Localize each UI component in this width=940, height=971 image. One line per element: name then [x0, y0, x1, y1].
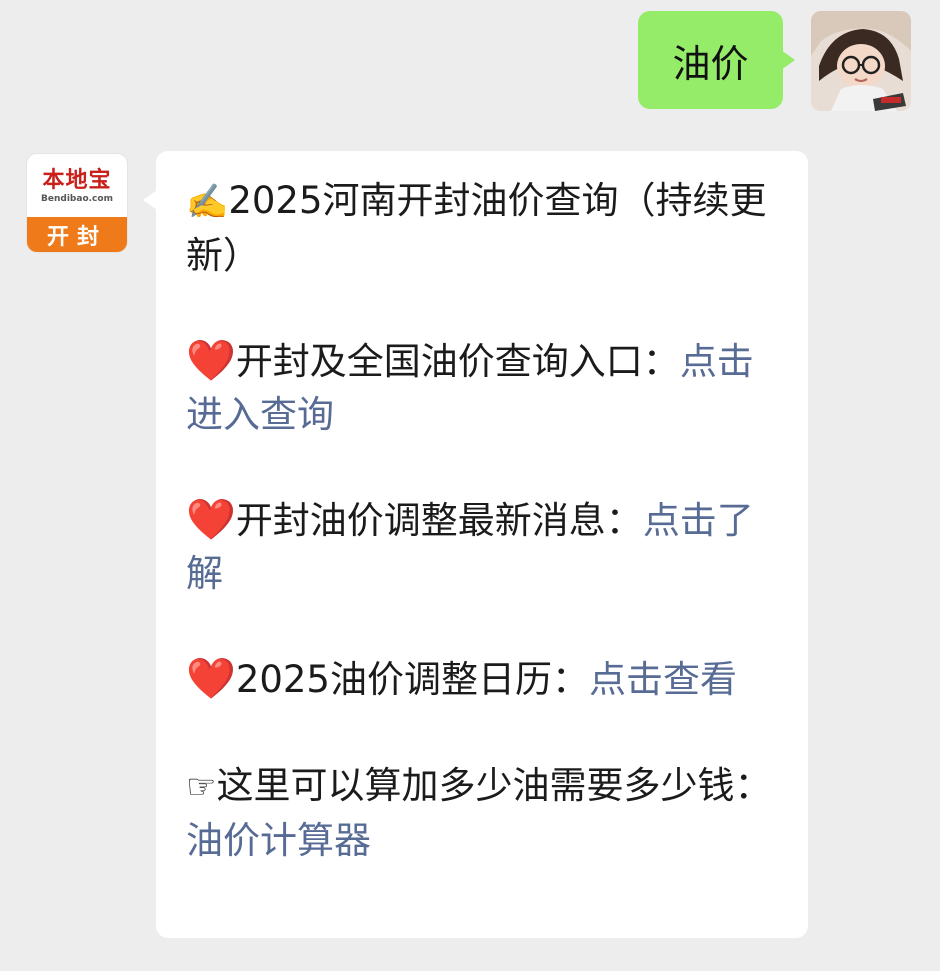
- message-footer: ☞这里可以算加多少油需要多少钱： 油价计算器: [186, 759, 780, 867]
- brand-name: 本地宝: [42, 166, 112, 193]
- avatar-city-label: 开封: [27, 217, 127, 252]
- user-avatar-image: [811, 11, 911, 111]
- sent-bubble-tail: [781, 50, 795, 70]
- pointing-hand-icon: ☞: [186, 767, 217, 807]
- bendibao-avatar[interactable]: 本地宝 Bendibao.com 开封: [27, 154, 127, 252]
- message-item-calendar: ❤️2025油价调整日历：点击查看: [186, 653, 780, 706]
- received-bubble-tail: [143, 190, 157, 210]
- message-item-latest-news: ❤️开封油价调整最新消息：点击了解: [186, 494, 780, 600]
- heart-icon: ❤️: [186, 656, 236, 702]
- message-item-query-entry: ❤️开封及全国油价查询入口：点击进入查询: [186, 335, 780, 441]
- item-label: 2025油价调整日历：: [235, 658, 589, 701]
- message-title-text: 2025河南开封油价查询（持续更新）: [186, 179, 767, 277]
- user-avatar[interactable]: [811, 11, 911, 111]
- calculator-link[interactable]: 油价计算器: [186, 819, 371, 862]
- received-message-bubble[interactable]: ✍️2025河南开封油价查询（持续更新） ❤️开封及全国油价查询入口：点击进入查…: [156, 151, 808, 938]
- heart-icon: ❤️: [186, 338, 236, 384]
- writing-hand-icon: ✍️: [186, 182, 229, 222]
- calendar-link[interactable]: 点击查看: [589, 658, 737, 701]
- item-label: 开封油价调整最新消息：: [235, 499, 643, 542]
- bendibao-logo: 本地宝 Bendibao.com: [27, 154, 127, 217]
- item-label: 开封及全国油价查询入口：: [235, 340, 680, 383]
- sent-message-text: 油价: [672, 41, 749, 86]
- sent-message-bubble[interactable]: 油价: [638, 11, 783, 109]
- heart-icon: ❤️: [186, 497, 236, 543]
- brand-url: Bendibao.com: [41, 193, 113, 204]
- message-title: ✍️2025河南开封油价查询（持续更新）: [186, 174, 780, 282]
- footer-label: 这里可以算加多少油需要多少钱：: [216, 764, 772, 807]
